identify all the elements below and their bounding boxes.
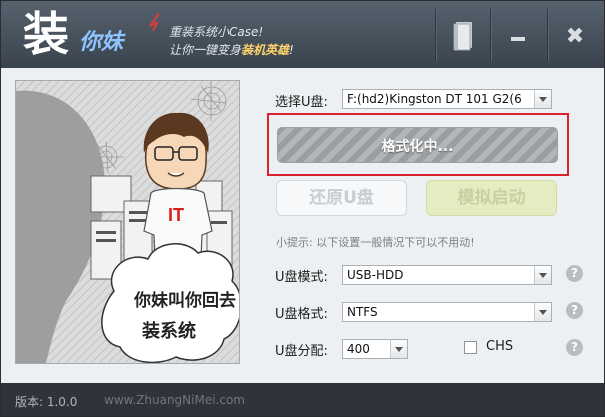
format-help-icon[interactable]: ? (566, 302, 583, 319)
logo-sub-text: 你妹 (79, 30, 124, 55)
close-icon: ✖ (565, 23, 585, 49)
disk-select[interactable]: F:(hd2)Kingston DT 101 G2(6 (342, 89, 552, 109)
usb-mode-label: U盘模式: (275, 270, 328, 285)
chevron-down-icon[interactable] (534, 266, 551, 284)
chevron-down-icon[interactable] (390, 340, 407, 358)
format-progress-bar: 格式化中... (277, 127, 558, 163)
logo-main-char: 装 (23, 7, 69, 61)
close-button[interactable]: ✖ (548, 9, 602, 63)
minimize-button[interactable] (491, 9, 545, 63)
usb-format-select[interactable]: NTFS (342, 302, 552, 322)
usb-format-value: NTFS (347, 305, 378, 319)
partition-help-icon[interactable]: ? (566, 339, 583, 356)
slogan-line2: 让你一键变身装机英雄! (169, 43, 294, 57)
logo-flash-icon (149, 13, 160, 31)
tip-text: 小提示: 以下设置一般情况下可以不用动! (276, 236, 475, 249)
title-bar: 装 你妹 重装系统小Case! 让你一键变身装机英雄! ✖ (1, 1, 604, 68)
usb-partition-value: 400 (347, 342, 370, 356)
usb-mode-select[interactable]: USB-HDD (342, 265, 552, 285)
slogan-line1: 重装系统小Case! (169, 25, 264, 39)
select-disk-label: 选择U盘: (275, 95, 328, 110)
book-icon (453, 22, 472, 51)
minimize-icon (511, 37, 525, 41)
help-book-button[interactable] (436, 9, 490, 63)
website-link[interactable]: www.ZhuangNiMei.com (104, 393, 245, 407)
mascot-artwork: IT 你妹叫你回去 装系统 (16, 81, 239, 363)
slogan-highlight: 装机英雄 (241, 43, 290, 57)
status-footer: 版本: 1.0.0 www.ZhuangNiMei.com (1, 383, 604, 416)
chevron-down-icon[interactable] (534, 303, 551, 321)
chevron-down-icon[interactable] (534, 90, 551, 108)
mascot-illustration: IT 你妹叫你回去 装系统 (15, 80, 240, 364)
bubble-text-line2: 装系统 (142, 320, 196, 342)
usb-partition-select[interactable]: 400 (342, 339, 408, 359)
mode-help-icon[interactable]: ? (566, 265, 583, 282)
disk-select-value: F:(hd2)Kingston DT 101 G2(6 (347, 92, 522, 106)
chs-checkbox[interactable] (464, 341, 477, 354)
usb-mode-value: USB-HDD (347, 268, 404, 282)
progress-text: 格式化中... (381, 139, 454, 155)
app-window: 装 你妹 重装系统小Case! 让你一键变身装机英雄! ✖ IT 你妹叫你回去 … (0, 0, 605, 417)
restore-usb-button[interactable]: 还原U盘 (276, 180, 407, 216)
simulate-boot-button[interactable]: 模拟启动 (426, 180, 557, 216)
chs-label: CHS (486, 339, 514, 354)
bubble-text-line1: 你妹叫你回去 (133, 290, 236, 311)
usb-format-label: U盘格式: (275, 307, 328, 322)
usb-partition-label: U盘分配: (275, 344, 328, 359)
mascot-shirt-logo: IT (168, 205, 184, 225)
version-text: 版本: 1.0.0 (15, 395, 78, 409)
